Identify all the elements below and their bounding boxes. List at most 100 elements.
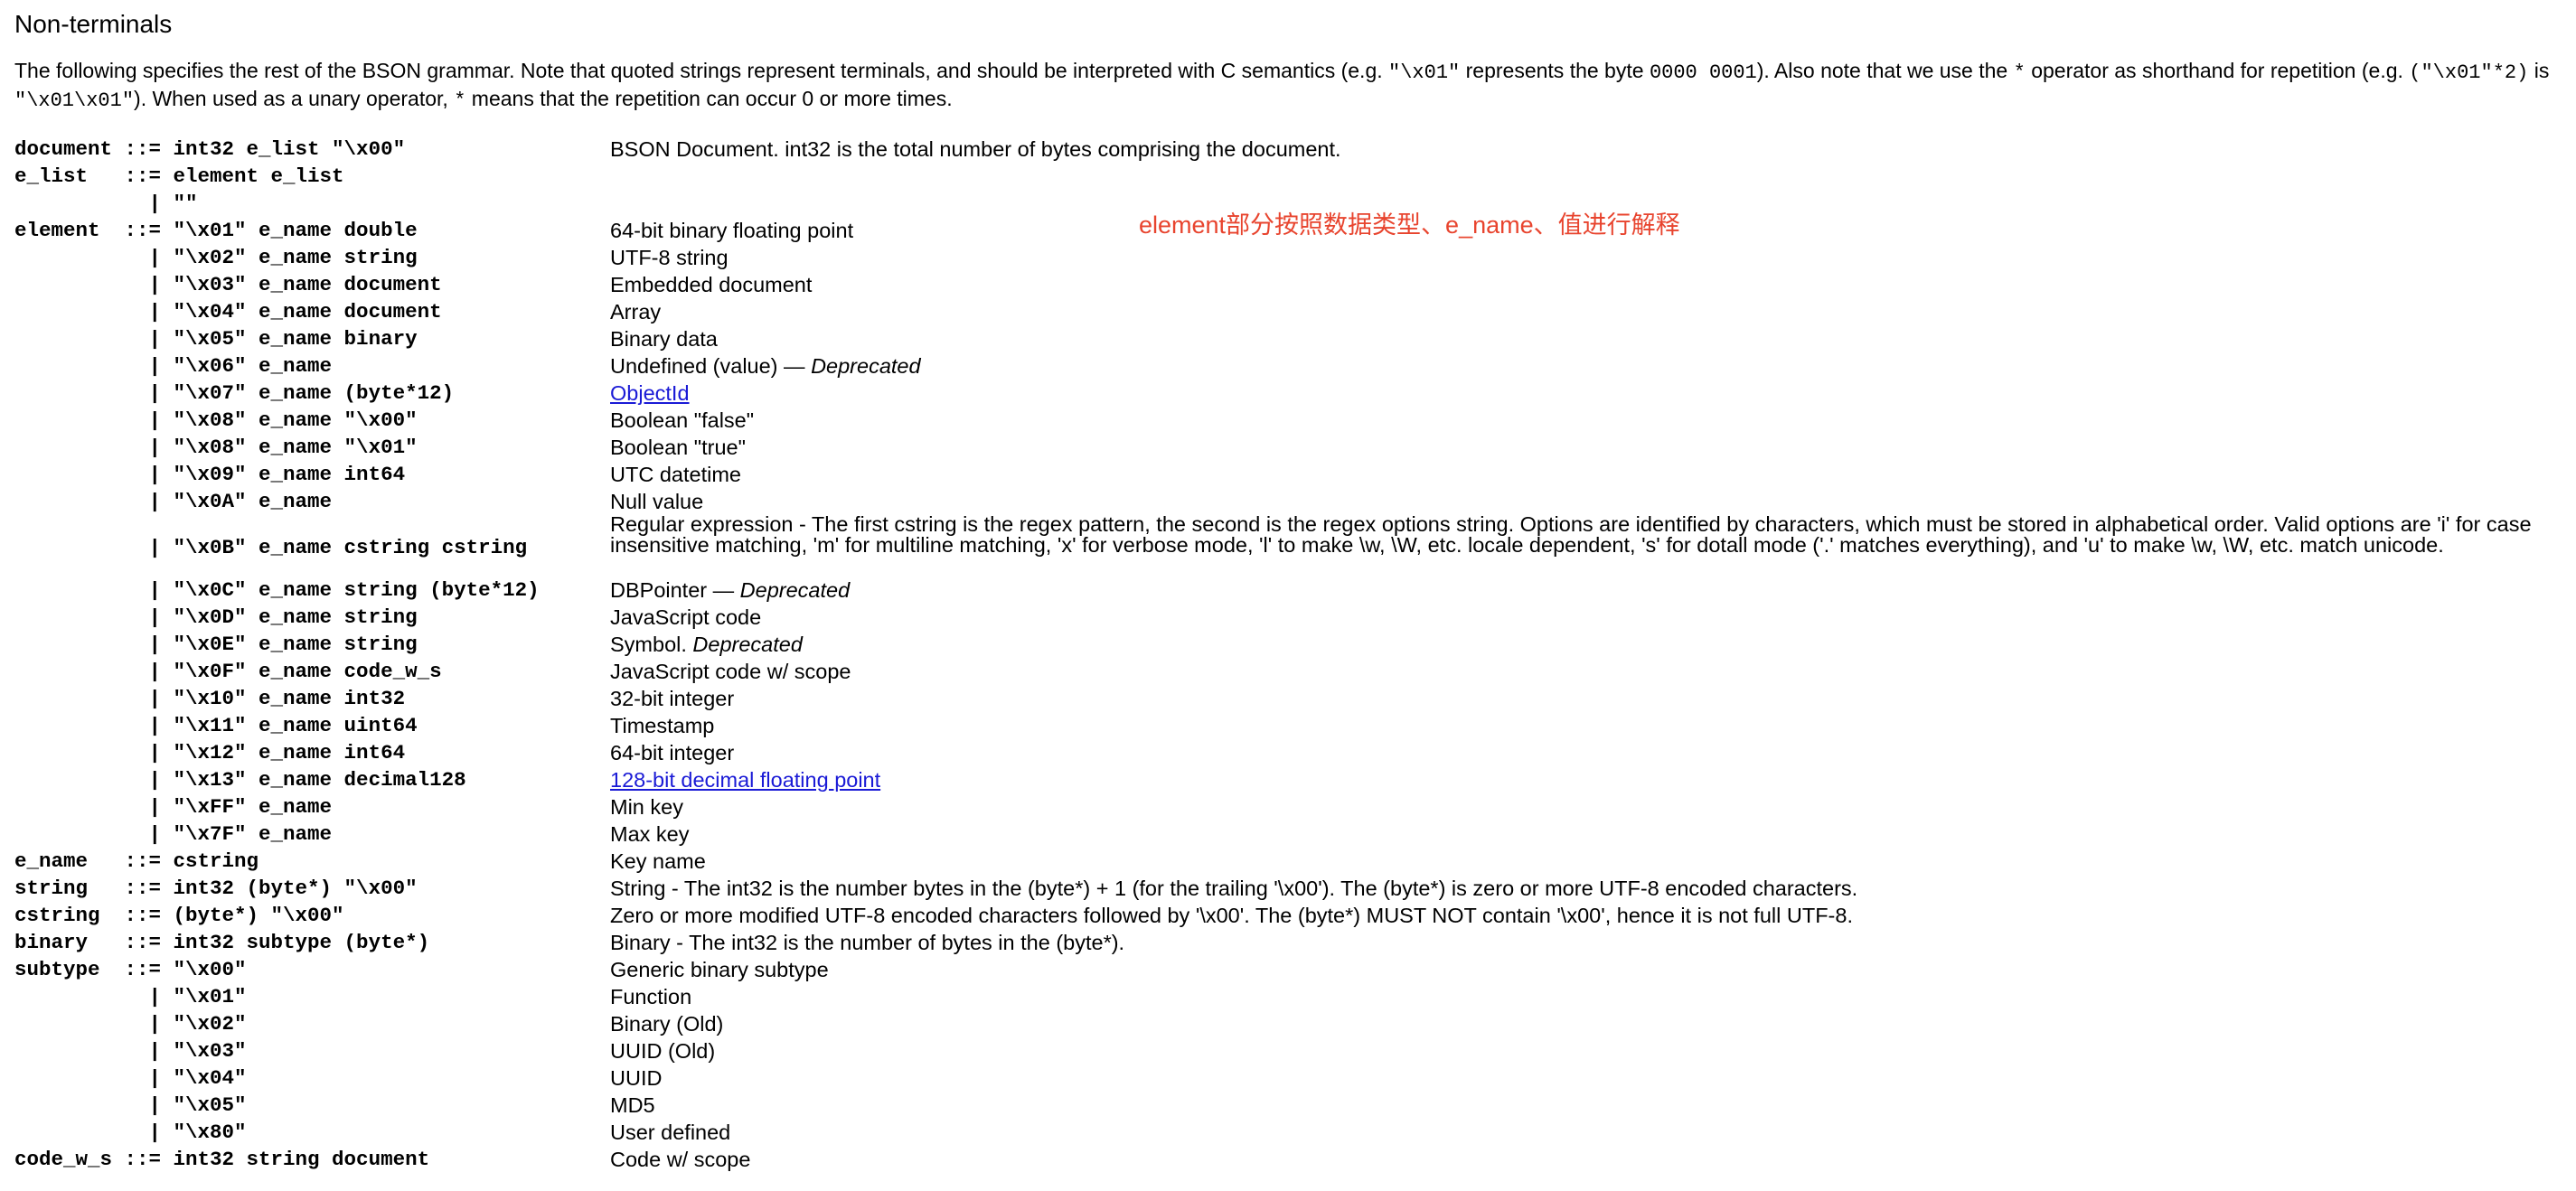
production-code: | "\x0B" e_name cstring cstring [14, 536, 528, 559]
production-code: | "\x0D" e_name string [14, 605, 418, 629]
grammar-row: | "\x13" e_name decimal128 128-bit decima… [14, 766, 2572, 793]
production-description: Function [610, 983, 2576, 1008]
intro-code: ("\x01"*2) [2409, 61, 2529, 84]
production-description: Binary data [610, 325, 2576, 350]
production-description: ObjectId [610, 380, 2576, 404]
production-code: | "\x12" e_name int64 [14, 741, 406, 764]
production-code: | "\x09" e_name int64 [14, 463, 406, 486]
production-description: MD5 [610, 1092, 2576, 1116]
description-text: Symbol. [610, 633, 693, 656]
production-code: | "\x01" [14, 985, 247, 1008]
grammar-row: | "\x0C" e_name string (byte*12) DBPointe… [14, 577, 2572, 604]
production-code: | "" [14, 192, 198, 215]
grammar-table: document ::= int32 e_list "\x00" BSON Doc… [14, 136, 2572, 1173]
intro-text: is [2528, 59, 2550, 82]
production-description: JavaScript code w/ scope [610, 658, 2576, 682]
production-description: JavaScript code [610, 604, 2576, 628]
production-code: e_list ::= element e_list [14, 164, 344, 188]
description-text: Code w/ scope [610, 1148, 751, 1171]
description-text: Embedded document [610, 273, 813, 296]
description-text: Zero or more modified UTF-8 encoded char… [610, 904, 1853, 927]
description-text: UUID (Old) [610, 1039, 716, 1063]
description-text: Max key [610, 822, 690, 846]
description-text: DBPointer — [610, 578, 740, 602]
production-code: | "\x02" e_name string [14, 246, 418, 269]
production-description: BSON Document. int32 is the total number… [610, 136, 2576, 160]
production-code: | "\x0A" e_name [14, 490, 333, 513]
description-text: 64-bit integer [610, 741, 735, 764]
production-code: | "\x7F" e_name [14, 822, 333, 846]
production-description: Generic binary subtype [610, 956, 2576, 980]
production-code: | "\x07" e_name (byte*12) [14, 381, 455, 405]
production-code: | "\x04" e_name document [14, 300, 442, 324]
grammar-row: document ::= int32 e_list "\x00" BSON Doc… [14, 136, 2572, 163]
production-description: Embedded document [610, 271, 2576, 295]
grammar-row: code_w_s ::= int32 string document Code w… [14, 1146, 2572, 1173]
production-code: e_name ::= cstring [14, 849, 259, 873]
grammar-row: | "\x80" User defined [14, 1119, 2572, 1146]
description-text: Generic binary subtype [610, 958, 829, 981]
intro-code: "\x01\x01" [14, 89, 135, 112]
production-code: | "\x05" e_name binary [14, 327, 418, 351]
production-code: binary ::= int32 subtype (byte*) [14, 931, 430, 954]
production-code: | "\x10" e_name int32 [14, 687, 406, 710]
production-description: Binary (Old) [610, 1010, 2576, 1035]
production-code: | "\x08" e_name "\x00" [14, 408, 418, 432]
production-code: | "\x04" [14, 1066, 247, 1090]
production-description: String - The int32 is the number bytes i… [610, 875, 2576, 899]
production-description: DBPointer — Deprecated [610, 577, 2576, 601]
description-text: User defined [610, 1121, 731, 1144]
grammar-row: | "\x12" e_name int64 64-bit integer [14, 739, 2572, 766]
deprecated-label: Deprecated [739, 578, 851, 602]
description-text: Function [610, 985, 692, 1008]
production-description: Min key [610, 793, 2576, 818]
production-code: | "\x0F" e_name code_w_s [14, 660, 442, 683]
production-code: subtype ::= "\x00" [14, 958, 247, 981]
production-description: Boolean "false" [610, 407, 2576, 431]
production-code: | "\x0C" e_name string (byte*12) [14, 578, 540, 602]
description-link[interactable]: ObjectId [610, 381, 690, 405]
grammar-row: cstring ::= (byte*) "\x00" Zero or more m… [14, 902, 2572, 929]
production-code: | "\x11" e_name uint64 [14, 714, 418, 737]
grammar-row: | "\x05" e_name binary Binary data [14, 325, 2572, 352]
production-code: string ::= int32 (byte*) "\x00" [14, 877, 418, 900]
grammar-row: | "\x06" e_name Undefined (value) — Depre… [14, 352, 2572, 380]
deprecated-label: Deprecated [811, 354, 921, 378]
production-description: Regular expression - The first cstring i… [610, 511, 2576, 556]
intro-code: * [2013, 61, 2026, 84]
grammar-row: | "\x0E" e_name string Symbol. Deprecated [14, 631, 2572, 658]
production-description: UTF-8 string [610, 244, 2576, 268]
production-code: | "\x08" e_name "\x01" [14, 436, 418, 459]
document-page: Non-terminals The following specifies th… [14, 0, 2576, 1191]
production-description: Code w/ scope [610, 1146, 2576, 1170]
intro-code: 0000 0001 [1649, 61, 1757, 84]
production-description: Max key [610, 821, 2576, 845]
description-text: Binary data [610, 327, 718, 351]
description-text: Null value [610, 490, 704, 513]
production-code: | "\x03" e_name document [14, 273, 442, 296]
description-text: String - The int32 is the number bytes i… [610, 877, 1858, 900]
intro-text: ). When used as a unary operator, [134, 87, 455, 110]
section-heading: Non-terminals [14, 10, 173, 38]
description-text: UTC datetime [610, 463, 741, 486]
grammar-row: | "\x02" e_name string UTF-8 string [14, 244, 2572, 271]
grammar-row: | "\x03" UUID (Old) [14, 1037, 2572, 1064]
production-description [610, 190, 2576, 192]
description-text: UTF-8 string [610, 246, 729, 269]
production-description: 128-bit decimal floating point [610, 766, 2576, 791]
production-description: Null value [610, 488, 2576, 512]
production-description: UUID [610, 1064, 2576, 1089]
grammar-row: | "\x10" e_name int32 32-bit integer [14, 685, 2572, 712]
intro-paragraph: The following specifies the rest of the … [14, 58, 2572, 114]
production-code: | "\x03" [14, 1039, 247, 1063]
intro-code: * [454, 89, 466, 112]
description-text: JavaScript code [610, 605, 762, 629]
intro-code: "\x01" [1388, 61, 1461, 84]
description-text: Boolean "false" [610, 408, 755, 432]
description-text: 64-bit binary floating point [610, 219, 854, 242]
production-description: Zero or more modified UTF-8 encoded char… [610, 902, 2576, 926]
description-link[interactable]: 128-bit decimal floating point [610, 768, 880, 792]
grammar-row: | "\x0F" e_name code_w_s JavaScript code … [14, 658, 2572, 685]
grammar-row: | "\x0B" e_name cstring cstring Regular e… [14, 513, 2572, 577]
production-code: | "\x13" e_name decimal128 [14, 768, 466, 792]
